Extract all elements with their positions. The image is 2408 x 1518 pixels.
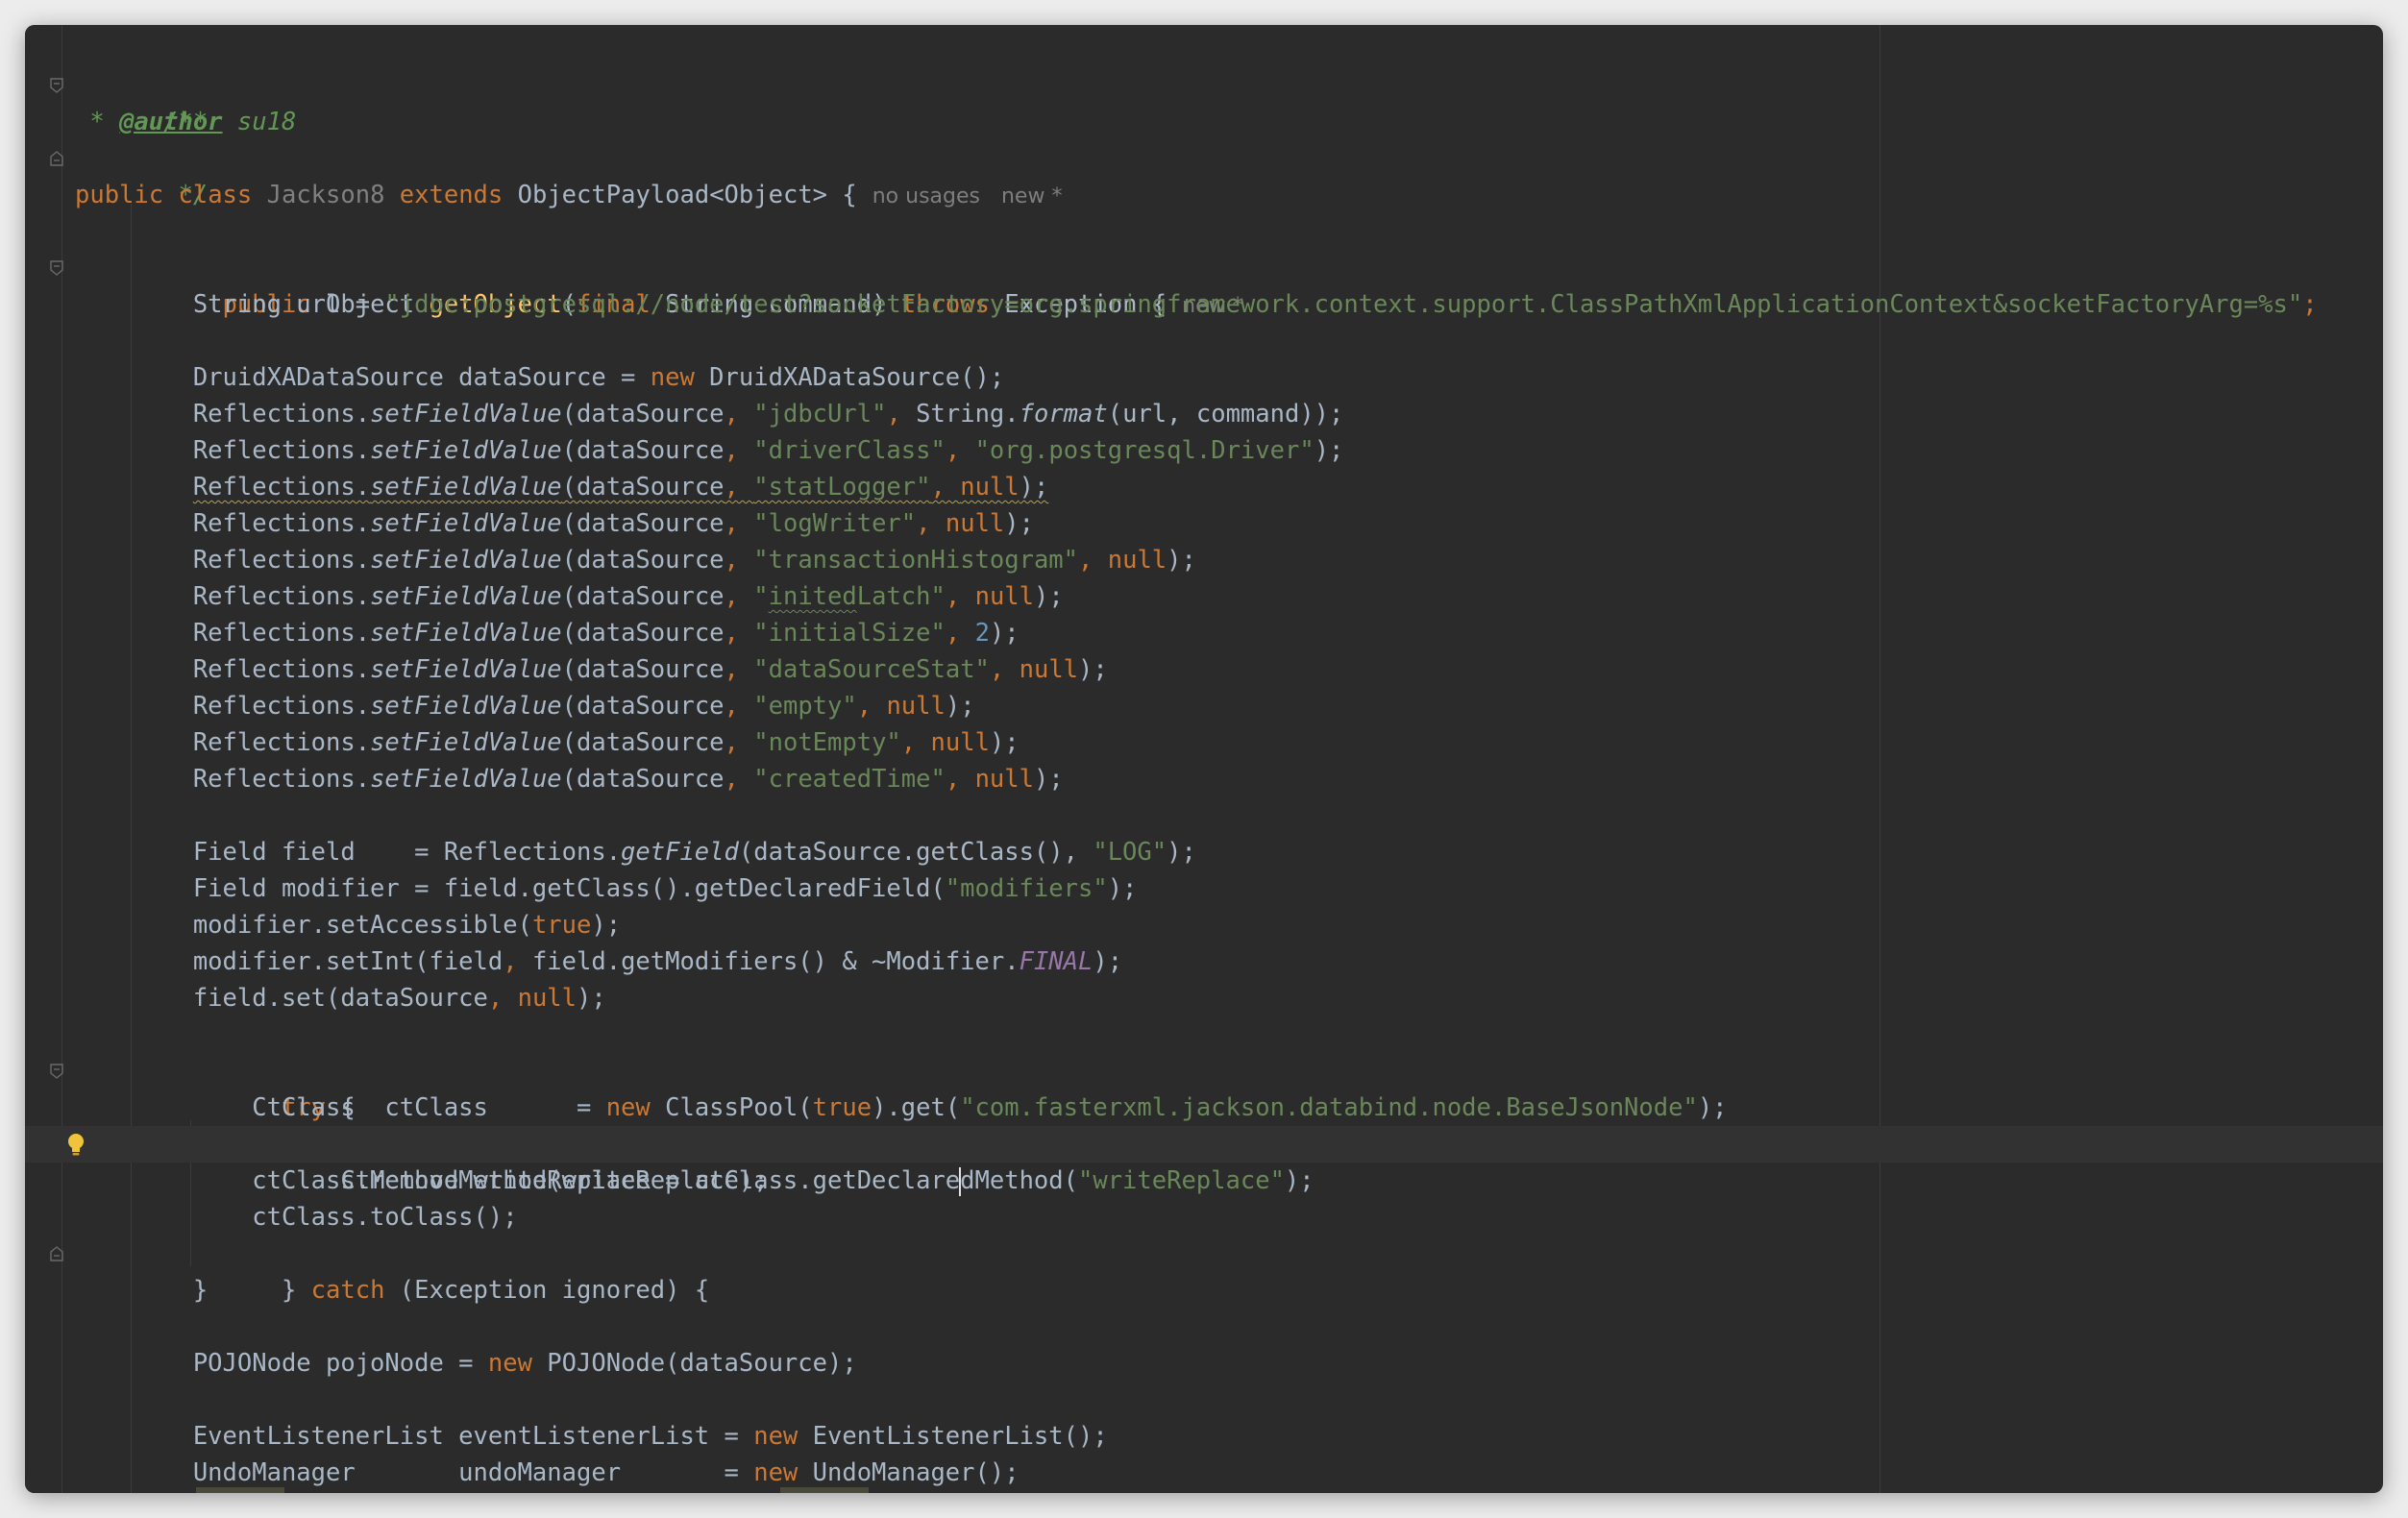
code-line[interactable]: POJONode pojoNode = new POJONode(dataSou… bbox=[75, 1345, 2383, 1382]
code-line[interactable]: try { bbox=[50, 1053, 2383, 1122]
code-line[interactable] bbox=[75, 323, 2383, 359]
code-line[interactable]: UndoManager undoManager = new UndoManage… bbox=[75, 1455, 2383, 1491]
code-line[interactable]: CtClass ctClass = new ClassPool(true).ge… bbox=[75, 1090, 2383, 1126]
code-line[interactable]: /** bbox=[50, 67, 2383, 136]
code-line[interactable]: String url = "jdbc:postgresql://node/tes… bbox=[75, 286, 2383, 323]
code-line[interactable]: Reflections.setFieldValue(dataSource, "l… bbox=[75, 505, 2383, 542]
code-line[interactable]: Reflections.setFieldValue(dataSource, "c… bbox=[75, 761, 2383, 797]
code-editor-window: /** * @author su18 */ public class Jacks… bbox=[25, 25, 2383, 1493]
lightbulb-icon[interactable] bbox=[65, 1133, 86, 1158]
code-line[interactable]: Reflections.setFieldValue(dataSource, "t… bbox=[75, 542, 2383, 578]
fold-icon[interactable] bbox=[50, 151, 63, 166]
code-line[interactable] bbox=[75, 1016, 2383, 1053]
class-name: Jackson8 bbox=[266, 181, 385, 209]
code-line[interactable]: public Object getObject(final String com… bbox=[50, 250, 2383, 319]
code-line[interactable] bbox=[75, 797, 2383, 834]
code-line[interactable]: } bbox=[75, 1272, 2383, 1309]
code-line[interactable]: ctClass.removeMethod(writeReplace); bbox=[75, 1163, 2383, 1199]
code-area[interactable]: /** * @author su18 */ public class Jacks… bbox=[25, 67, 2383, 1491]
code-line[interactable]: Reflections.setFieldValue(dataSource, "i… bbox=[75, 578, 2383, 615]
usages-hint[interactable]: no usages bbox=[872, 184, 980, 208]
code-line[interactable]: } catch (Exception ignored) { bbox=[50, 1236, 2383, 1305]
typo-highlight[interactable]: inited bbox=[769, 582, 857, 611]
fold-icon[interactable] bbox=[50, 78, 63, 93]
code-line[interactable]: Reflections.setFieldValue(dataSource, "s… bbox=[75, 469, 2383, 505]
fold-icon[interactable] bbox=[50, 260, 63, 276]
fold-icon[interactable] bbox=[50, 1064, 63, 1079]
code-line[interactable] bbox=[75, 1309, 2383, 1345]
code-line[interactable]: modifier.setAccessible(true); bbox=[75, 907, 2383, 943]
code-line[interactable]: */ bbox=[50, 140, 2383, 209]
author-hint[interactable]: new * bbox=[1001, 184, 1062, 208]
gutter-fold-line bbox=[61, 25, 62, 1493]
code-line[interactable]: public class Jackson8 extends ObjectPayl… bbox=[75, 177, 2383, 213]
code-line[interactable] bbox=[75, 213, 2383, 250]
fold-icon[interactable] bbox=[50, 1246, 63, 1261]
javadoc-author-tag: @author bbox=[119, 108, 223, 136]
code-line[interactable]: modifier.setInt(field, field.getModifier… bbox=[75, 943, 2383, 980]
code-line[interactable]: ctClass.toClass(); bbox=[75, 1199, 2383, 1236]
code-line[interactable]: Reflections.setFieldValue(dataSource, "j… bbox=[75, 396, 2383, 432]
code-line[interactable]: DruidXADataSource dataSource = new Druid… bbox=[75, 359, 2383, 396]
code-line[interactable]: Field modifier = field.getClass().getDec… bbox=[75, 870, 2383, 907]
code-line[interactable]: Reflections.setFieldValue(dataSource, "i… bbox=[75, 615, 2383, 651]
code-line[interactable]: Field field = Reflections.getField(dataS… bbox=[75, 834, 2383, 870]
code-line[interactable]: field.set(dataSource, null); bbox=[75, 980, 2383, 1016]
code-line[interactable]: Reflections.setFieldValue(dataSource, "e… bbox=[75, 688, 2383, 724]
code-line[interactable]: Reflections.setFieldValue(dataSource, "d… bbox=[75, 432, 2383, 469]
code-line[interactable] bbox=[75, 1382, 2383, 1418]
code-line[interactable]: * @author su18 bbox=[75, 104, 2383, 140]
code-line[interactable]: Reflections.setFieldValue(dataSource, "d… bbox=[75, 651, 2383, 688]
current-code-line[interactable]: CtMethod writeReplace = ctClass.getDecla… bbox=[25, 1126, 2383, 1196]
warning-highlight[interactable]: Reflections.setFieldValue(dataSource, "s… bbox=[193, 473, 1049, 502]
partial-line-highlight bbox=[196, 1487, 284, 1493]
code-line[interactable]: EventListenerList eventListenerList = ne… bbox=[75, 1418, 2383, 1455]
code-line[interactable]: Reflections.setFieldValue(dataSource, "n… bbox=[75, 724, 2383, 761]
partial-line-highlight bbox=[780, 1487, 869, 1493]
